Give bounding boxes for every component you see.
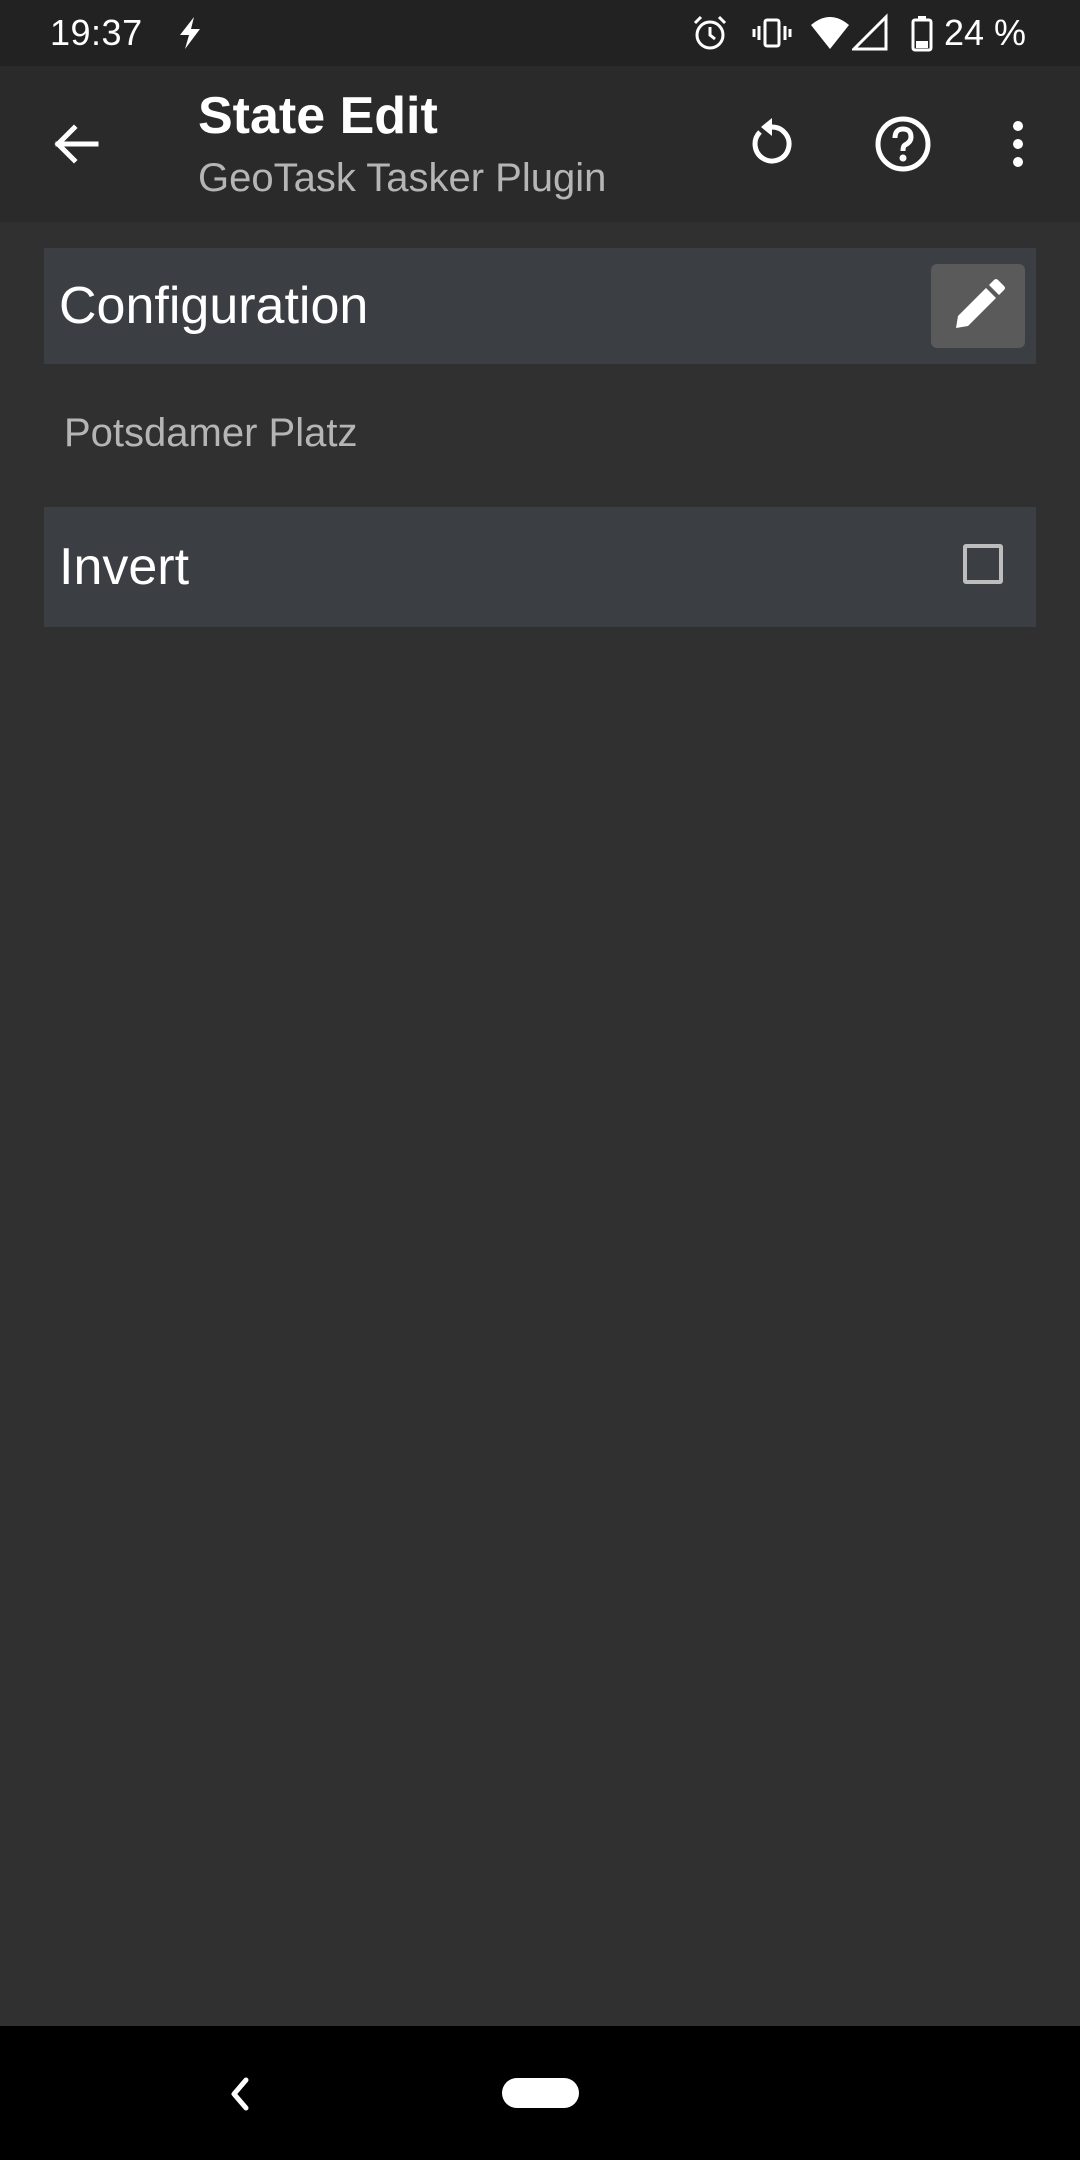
page-title: State Edit: [198, 87, 438, 145]
pencil-icon: [956, 279, 1005, 328]
back-arrow-icon: [54, 124, 99, 164]
battery-percent: 24 %: [944, 12, 1027, 53]
edit-configuration-button[interactable]: [931, 264, 1025, 348]
more-vert-icon: [1013, 121, 1023, 167]
cell-signal-icon: [852, 13, 888, 51]
invert-checkbox[interactable]: [963, 544, 1003, 584]
configuration-value: Potsdamer Platz: [64, 411, 358, 455]
status-time: 19:37: [50, 12, 143, 53]
reset-icon: [752, 118, 792, 164]
app-bar: State Edit GeoTask Tasker Plugin: [0, 66, 1080, 222]
wifi-icon: [811, 17, 849, 49]
back-button[interactable]: [28, 96, 124, 192]
page-subtitle: GeoTask Tasker Plugin: [198, 156, 607, 200]
screen: 19:37 24 % State Edit GeoTask Tasker Plu…: [0, 0, 1080, 2160]
reset-button[interactable]: [724, 96, 820, 192]
invert-label: Invert: [59, 538, 190, 596]
configuration-label: Configuration: [59, 277, 369, 335]
nav-home-button[interactable]: [502, 2078, 579, 2108]
vibrate-icon: [752, 18, 792, 48]
charging-bolt-icon: [180, 17, 200, 49]
alarm-icon: [693, 15, 727, 50]
invert-row[interactable]: Invert: [44, 507, 1036, 627]
navigation-bar: [0, 2026, 1080, 2160]
help-button[interactable]: [855, 96, 951, 192]
more-options-button[interactable]: [970, 96, 1066, 192]
nav-back-icon[interactable]: [216, 2070, 264, 2118]
configuration-row: Configuration: [44, 248, 1036, 364]
battery-icon: [911, 16, 933, 52]
help-icon: [875, 116, 931, 172]
status-bar: 19:37 24 %: [0, 0, 1080, 66]
